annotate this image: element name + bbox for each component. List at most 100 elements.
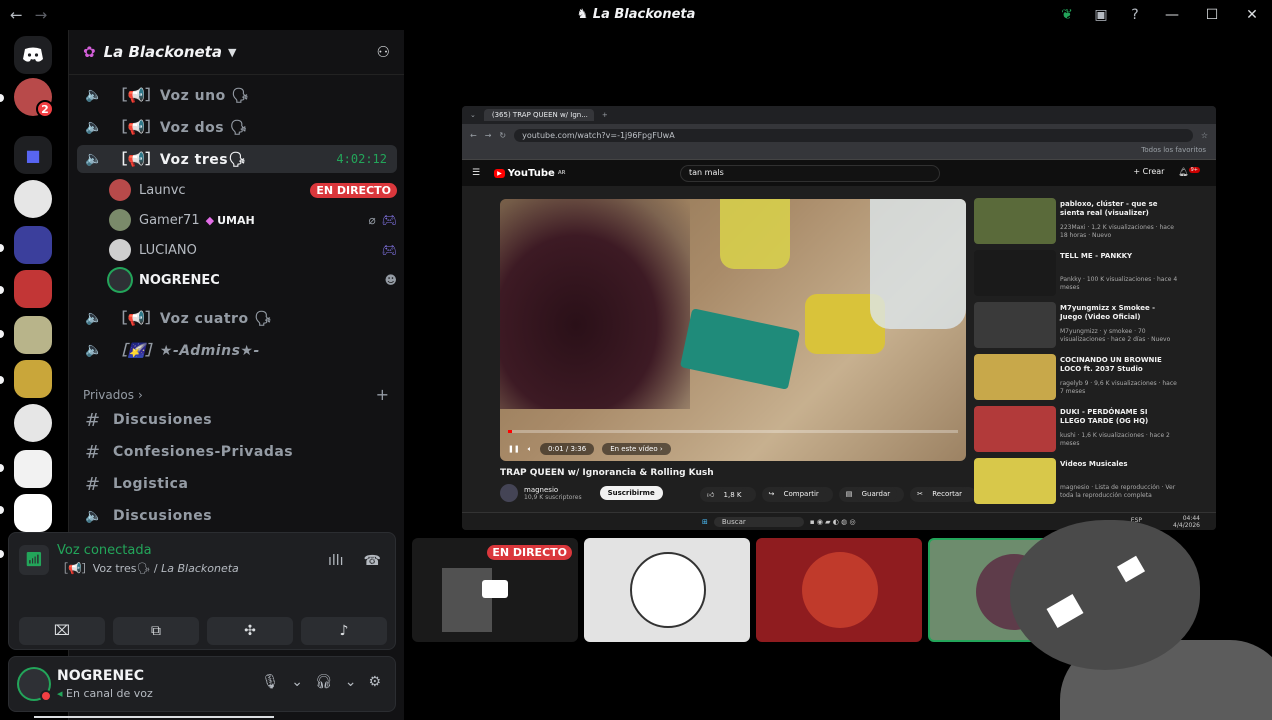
video-player[interactable]: ❚❚ 🔈︎ 0:01 / 3:36 En este vídeo ›: [500, 199, 966, 461]
voice-channel-discusiones[interactable]: 🔈 Discusiones: [77, 502, 397, 530]
folder-icon[interactable]: ■: [14, 136, 52, 174]
unread-pill: [0, 330, 4, 338]
new-tab-icon[interactable]: +: [602, 111, 608, 119]
avatar[interactable]: [19, 669, 52, 702]
youtube-search-input[interactable]: tan mals: [680, 165, 940, 182]
avatar: [109, 269, 131, 291]
voice-user[interactable]: LUCIANO 🎮︎: [109, 237, 397, 263]
menu-icon[interactable]: ☰: [472, 168, 480, 178]
help-icon[interactable]: ?: [1118, 7, 1152, 23]
video-progress-bar[interactable]: [508, 430, 958, 433]
stream-view[interactable]: ⌄ (365) TRAP QUEEN w/ Ign... + ← → ↻ you…: [462, 106, 1216, 530]
live-badge[interactable]: EN DIRECTO: [310, 182, 397, 198]
screen-share-button[interactable]: ⧉: [113, 617, 199, 645]
like-button[interactable]: 👍︎ 1,8 K: [700, 487, 756, 502]
windows-start-icon[interactable]: ⊞: [702, 518, 708, 526]
reload-icon[interactable]: ↻: [499, 131, 506, 140]
participant-tile[interactable]: [584, 538, 750, 642]
text-channel-confesiones[interactable]: # Confesiones-Privadas: [77, 438, 397, 466]
avatar: [802, 552, 878, 628]
taskbar-search[interactable]: Buscar: [713, 516, 804, 527]
notifications-icon[interactable]: 🔔︎ 9+: [1178, 167, 1200, 177]
voice-channel-uno[interactable]: 🔈 ［📢］Voz uno 🗣: [77, 81, 397, 109]
chevron-down-icon[interactable]: ⌄: [345, 674, 357, 690]
server-icon-sketch[interactable]: [14, 450, 52, 488]
share-button[interactable]: ↪ Compartir: [761, 487, 833, 502]
recommendation-item[interactable]: COCINANDO UN BROWNIE LOCO ft. 2037 Studi…: [974, 352, 1204, 404]
disconnect-icon[interactable]: ☎: [364, 553, 381, 569]
noise-suppression-icon[interactable]: ıllı: [328, 553, 344, 569]
text-channel-discusiones[interactable]: # Discusiones: [77, 406, 397, 434]
voice-location[interactable]: ［📢］Voz tres🗣 / La Blackoneta: [57, 560, 239, 576]
username[interactable]: NOGRENEC: [57, 668, 144, 684]
scrollbar[interactable]: [34, 716, 274, 718]
headphones-icon[interactable]: 🎧︎: [315, 674, 333, 690]
close-button[interactable]: ✕: [1232, 7, 1272, 23]
microphone-icon[interactable]: 🎙︎: [261, 674, 279, 690]
recommendations-list: pabloxo, clúster - que se sienta real (v…: [974, 196, 1204, 508]
save-button[interactable]: ▤ Guardar: [838, 487, 905, 502]
discord-home-icon[interactable]: [14, 36, 52, 74]
stream-tile[interactable]: EN DIRECTO: [412, 538, 578, 642]
voice-channel-cuatro[interactable]: 🔈 ［📢］Voz cuatro 🗣: [77, 304, 397, 332]
recommendation-item[interactable]: DUKI - PERDÓNAME SI LLEGO TARDE (OG HQ) …: [974, 404, 1204, 456]
inbox-icon[interactable]: ▣: [1084, 7, 1118, 23]
bookmark-star-icon[interactable]: ☆: [1201, 131, 1208, 140]
voice-user[interactable]: NOGRENEC ☻: [109, 267, 397, 293]
voice-channel-tres[interactable]: 🔈 ［📢］Voz tres🗣 4:02:12: [77, 145, 397, 173]
maximize-button[interactable]: ☐: [1192, 7, 1232, 23]
tab-search-icon[interactable]: ⌄: [470, 111, 476, 119]
chevron-down-icon[interactable]: ⌄: [291, 674, 303, 690]
thumbnail: [974, 406, 1056, 452]
live-badge: EN DIRECTO: [487, 545, 572, 560]
pause-icon[interactable]: ❚❚: [508, 445, 520, 453]
forward-arrow-icon[interactable]: →: [485, 131, 492, 140]
recommendation-item[interactable]: Videos Musicales magnesio · Lista de rep…: [974, 456, 1204, 508]
invite-user-icon[interactable]: ⚇: [377, 43, 390, 61]
add-channel-icon[interactable]: +: [376, 385, 389, 404]
server-icon-car[interactable]: [14, 226, 52, 264]
camera-off-button[interactable]: ⌧: [19, 617, 105, 645]
address-bar[interactable]: youtube.com/watch?v=-1j96FpgFUwA: [514, 128, 1193, 142]
recommendation-item[interactable]: TELL ME - PANKKY Pankky · 100 K visualiz…: [974, 248, 1204, 300]
channel-avatar[interactable]: [500, 484, 518, 502]
speaker-icon: 🔈: [85, 151, 103, 167]
nitro-leaf-icon[interactable]: ❦: [1050, 7, 1084, 23]
activities-button[interactable]: ✣: [207, 617, 293, 645]
subscribe-button[interactable]: Suscribirme: [599, 486, 663, 500]
participant-tile[interactable]: [756, 538, 922, 642]
bookmarks-bar[interactable]: Todos los favoritos: [462, 146, 1216, 160]
channel-info: magnesio 10,9 K suscriptores Suscribirme: [500, 484, 663, 502]
back-arrow-icon[interactable]: ←: [470, 131, 477, 140]
voice-user[interactable]: Gamer71 ◆ UMAH ⌀ 🎮︎: [109, 207, 397, 233]
connection-signal-icon[interactable]: 📶︎: [19, 544, 49, 575]
voice-user[interactable]: Launvc EN DIRECTO: [109, 177, 397, 203]
settings-gear-icon[interactable]: ⚙: [368, 674, 381, 690]
category-privados[interactable]: Privados › +: [83, 385, 389, 404]
server-icon-red[interactable]: [14, 270, 52, 308]
guild-header[interactable]: ✿ La Blackoneta ▼ ⚇: [69, 30, 404, 75]
taskbar-apps-icon[interactable]: ▪ ◉ ▰ ◐ ◍ ◎: [810, 518, 856, 526]
server-icon-skull-2[interactable]: [14, 404, 52, 442]
soundboard-button[interactable]: ♪: [301, 617, 387, 645]
text-channel-logistica[interactable]: # Logistica: [77, 470, 397, 498]
voice-status[interactable]: Voz conectada: [57, 543, 239, 558]
youtube-logo[interactable]: ▶ YouTube AR: [494, 168, 566, 179]
gamepad-icon: 🎮︎: [381, 243, 397, 257]
create-button[interactable]: + Crear: [1133, 167, 1164, 177]
voice-channel-dos[interactable]: 🔈 ［📢］Voz dos 🗣: [77, 113, 397, 141]
server-icon-money[interactable]: [14, 316, 52, 354]
screen-share-icon: ⧉: [151, 623, 161, 639]
minimize-button[interactable]: —: [1152, 7, 1192, 23]
chapter-button[interactable]: En este vídeo ›: [602, 443, 671, 455]
voice-channel-admins[interactable]: 🔈 ［🌠］★-Admins★-: [77, 336, 397, 364]
server-icon-pixel[interactable]: [14, 360, 52, 398]
server-icon-white[interactable]: [14, 494, 52, 532]
server-icon-skull[interactable]: [14, 180, 52, 218]
emoji-icon: ☻: [384, 273, 397, 287]
volume-icon[interactable]: 🔈︎: [528, 445, 532, 454]
recommendation-item[interactable]: pabloxo, clúster - que se sienta real (v…: [974, 196, 1204, 248]
browser-tab[interactable]: (365) TRAP QUEEN w/ Ign...: [483, 109, 594, 121]
recommendation-item[interactable]: M7yungmizz x Smokee - Juego (Video Ofici…: [974, 300, 1204, 352]
clip-button[interactable]: ✂ Recortar: [910, 487, 977, 502]
